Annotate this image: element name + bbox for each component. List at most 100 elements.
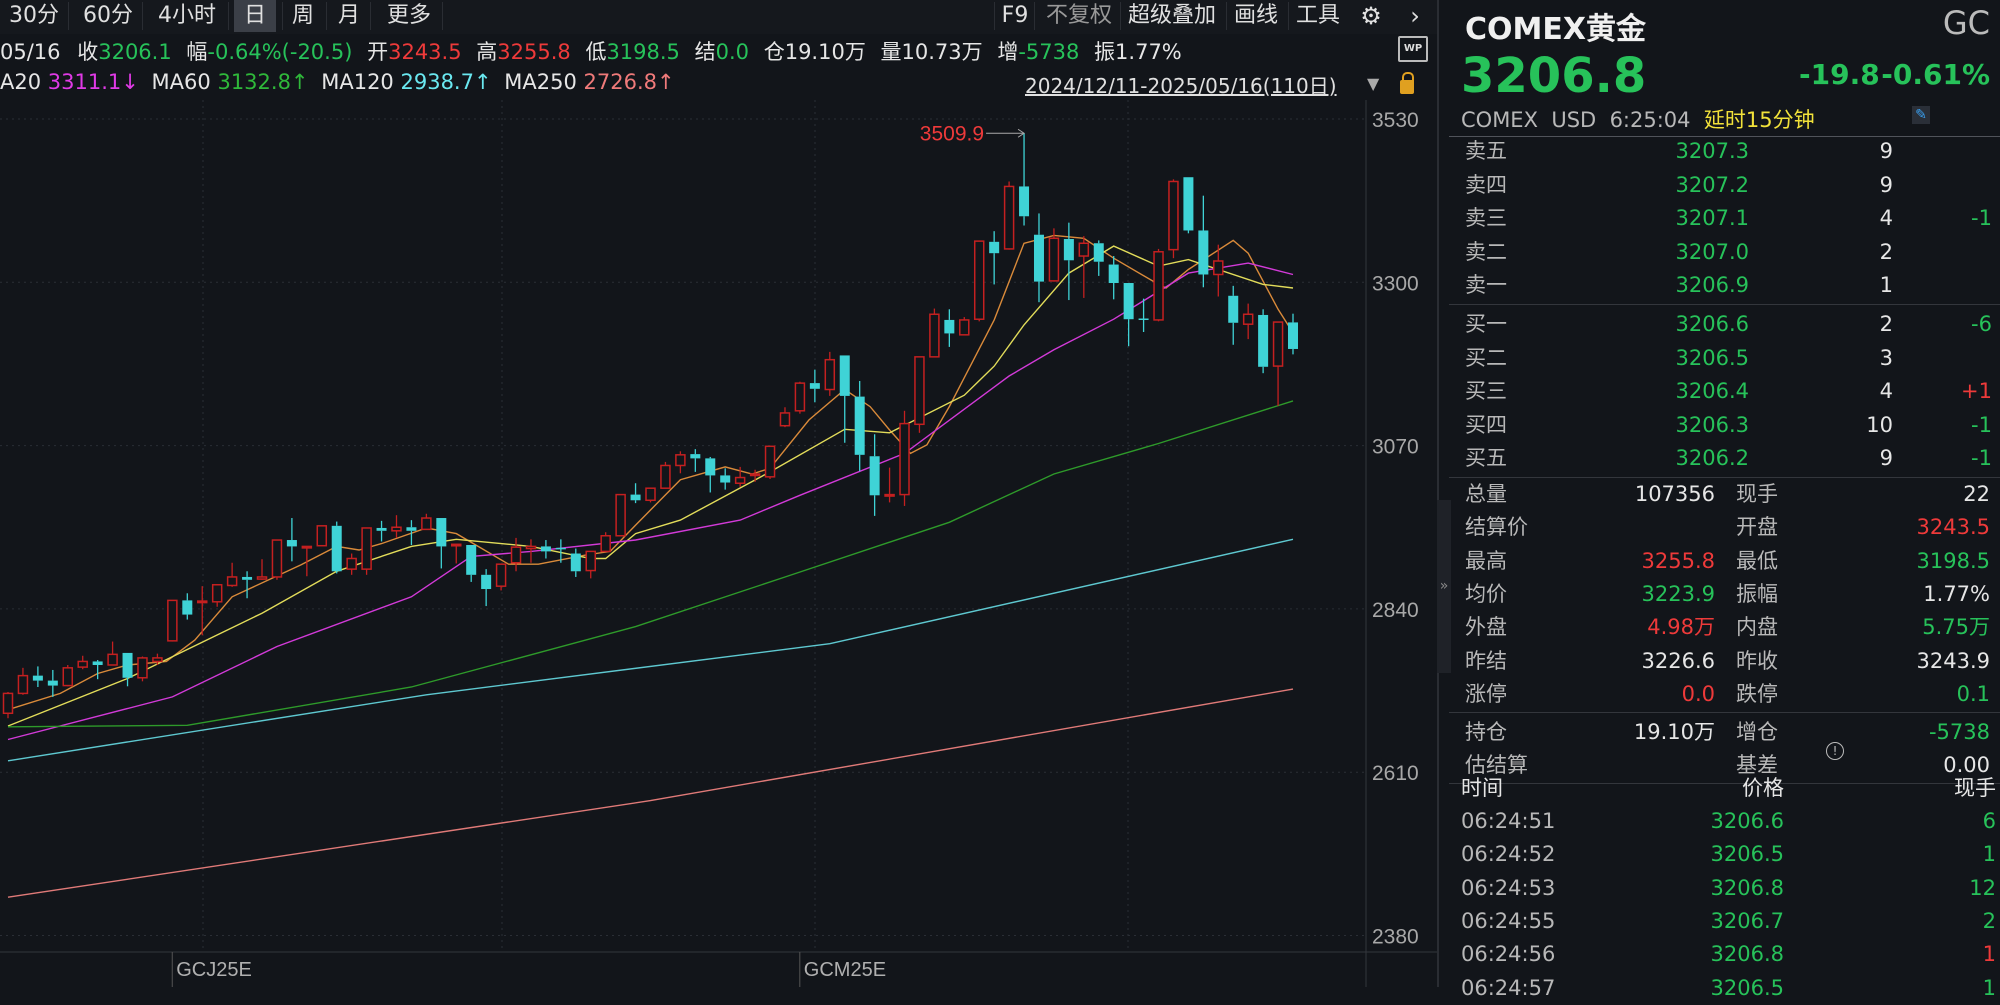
wp-icon[interactable]: WP [1398, 36, 1428, 62]
candle[interactable] [914, 356, 925, 433]
candle[interactable] [1093, 240, 1104, 276]
candle[interactable] [630, 483, 641, 504]
candle[interactable] [720, 468, 731, 490]
candle[interactable] [1168, 179, 1179, 259]
period-tab-0[interactable]: 30分 [6, 0, 62, 32]
candle[interactable] [854, 380, 865, 472]
candle[interactable] [1258, 309, 1269, 374]
candle[interactable] [256, 559, 268, 580]
candle[interactable] [152, 653, 163, 665]
candle[interactable] [615, 493, 626, 537]
candle[interactable] [436, 518, 447, 569]
candle[interactable] [331, 521, 342, 574]
candle[interactable] [1153, 248, 1164, 322]
candle[interactable] [62, 664, 74, 687]
candle[interactable] [1242, 303, 1254, 340]
candle[interactable] [211, 584, 223, 607]
candle[interactable] [675, 451, 686, 474]
candle[interactable] [47, 669, 58, 697]
candle[interactable] [346, 553, 357, 575]
candle[interactable] [122, 652, 133, 687]
candle[interactable] [242, 571, 253, 599]
candle[interactable] [376, 520, 387, 542]
toolbar-item-4[interactable]: 工具 [1290, 0, 1346, 32]
candle[interactable] [17, 667, 29, 695]
candle[interactable] [316, 525, 328, 547]
candle[interactable] [1108, 256, 1119, 300]
candle[interactable] [1288, 313, 1298, 355]
candle[interactable] [481, 569, 492, 607]
period-tab-2[interactable]: 4小时 [152, 0, 222, 32]
candle[interactable] [809, 369, 820, 403]
toolbar-item-2[interactable]: 超级叠加 [1122, 0, 1222, 32]
candle[interactable] [92, 660, 103, 680]
toolbar-item-3[interactable]: 画线 [1228, 0, 1284, 32]
edit-pencil-icon[interactable]: ✎ [1912, 106, 1930, 124]
candle[interactable] [1183, 177, 1194, 234]
candle[interactable] [32, 666, 43, 687]
toolbar-item-1[interactable]: 不复权 [1036, 0, 1122, 32]
toolbar-item-0[interactable]: F9 [996, 0, 1034, 32]
chevron-right-icon[interactable]: › [1400, 0, 1430, 32]
period-tab-6[interactable]: 更多 [382, 0, 436, 32]
collapse-panel-handle[interactable]: » [1437, 500, 1451, 673]
candle[interactable] [929, 308, 940, 358]
period-tab-5[interactable]: 月 [334, 0, 364, 32]
candle[interactable] [899, 410, 910, 506]
candle[interactable] [660, 461, 671, 489]
candle[interactable] [1123, 283, 1134, 347]
candle[interactable] [271, 539, 283, 580]
candle[interactable] [1063, 222, 1074, 301]
candle[interactable] [167, 599, 178, 642]
lock-icon[interactable] [1400, 80, 1414, 94]
candle[interactable] [226, 562, 238, 587]
candle[interactable] [421, 513, 432, 531]
candle[interactable] [959, 317, 970, 336]
candle[interactable] [794, 381, 806, 414]
candle[interactable] [645, 487, 656, 503]
candle[interactable] [451, 543, 462, 564]
candle[interactable] [585, 550, 596, 579]
period-tab-1[interactable]: 60分 [80, 0, 136, 32]
candle[interactable] [182, 593, 193, 620]
candle[interactable] [137, 656, 148, 682]
candle[interactable] [1198, 195, 1209, 288]
candle[interactable] [869, 434, 880, 516]
gear-icon[interactable]: ⚙ [1356, 0, 1386, 32]
candle[interactable] [570, 548, 581, 577]
candle[interactable] [989, 231, 1000, 285]
candle[interactable] [884, 467, 895, 503]
candle[interactable] [495, 563, 507, 591]
candle[interactable] [301, 545, 313, 577]
candle[interactable] [973, 240, 985, 322]
candle[interactable] [391, 515, 402, 538]
candle[interactable] [540, 540, 551, 559]
candle[interactable] [286, 518, 297, 562]
candle[interactable] [764, 445, 776, 479]
candle[interactable] [1272, 321, 1284, 406]
candle[interactable] [361, 527, 372, 575]
stat-label: 开盘 [1736, 515, 1778, 540]
candle[interactable] [1228, 285, 1239, 345]
candle[interactable] [1019, 133, 1030, 226]
candle[interactable] [824, 351, 836, 396]
period-tab-3[interactable]: 日 [234, 0, 276, 32]
period-tab-4[interactable]: 周 [286, 0, 320, 32]
info-circle-icon[interactable]: ! [1826, 742, 1844, 760]
candle[interactable] [944, 309, 955, 347]
candle[interactable] [1003, 181, 1015, 250]
date-range-selector[interactable]: 2024/12/11-2025/05/16(110日) [1025, 70, 1337, 99]
candle[interactable] [107, 641, 118, 666]
candle[interactable] [1033, 213, 1044, 303]
candle[interactable] [2, 691, 14, 719]
candle[interactable] [690, 449, 701, 472]
candle[interactable] [705, 456, 716, 493]
candle[interactable] [77, 655, 88, 670]
candlestick-chart[interactable]: 3530 3300 3070 2840 2610 2380 GCJ25E GCM25E 3509… [0, 0, 1437, 987]
candle[interactable] [466, 545, 477, 582]
candle[interactable] [779, 407, 791, 428]
candle[interactable] [600, 532, 611, 553]
candle[interactable] [1078, 236, 1090, 298]
dropdown-triangle-icon[interactable]: ▼ [1367, 74, 1379, 93]
candle[interactable] [510, 537, 522, 572]
